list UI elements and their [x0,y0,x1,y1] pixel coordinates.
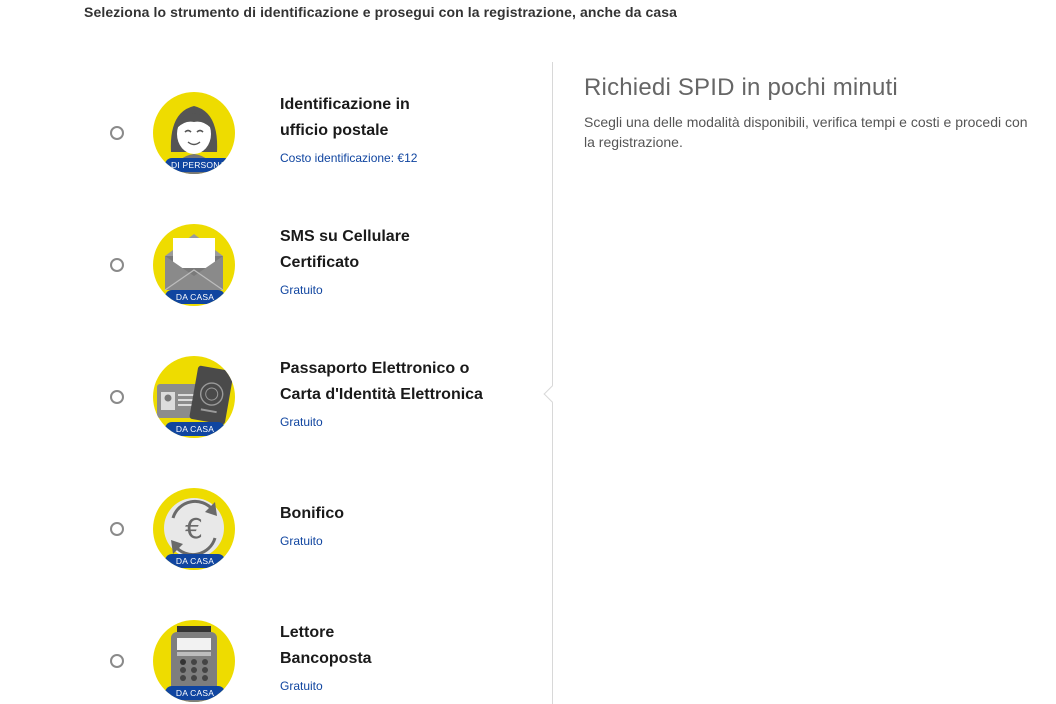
svg-text:€: € [185,512,203,545]
option-badge: DA CASA [165,290,225,304]
panel-title: Richiedi SPID in pochi minuti [584,74,898,101]
option-subtitle: Costo identificazione: €12 [280,151,418,165]
envelope-icon: DA CASA [153,224,235,306]
option-passaporto-cie[interactable]: DA CASA Passaporto Elettronico o Carta d… [100,346,540,446]
option-title: Lettore Bancoposta [280,624,372,667]
panel-description: Scegli una delle modalità disponibili, v… [584,114,1028,150]
option-subtitle: Gratuito [280,679,323,693]
option-sms[interactable]: DA CASA SMS su Cellulare Certificato Gra… [100,214,540,314]
radio-bonifico[interactable] [110,522,124,536]
passport-icon: DA CASA [153,356,235,438]
radio-sms[interactable] [110,258,124,272]
option-subtitle: Gratuito [280,283,323,297]
option-bonifico[interactable]: € DA CASA Bonifico Gratuito [100,478,540,578]
option-ufficio-postale[interactable]: DI PERSONA Identificazione in ufficio po… [100,82,540,182]
option-subtitle: Gratuito [280,415,323,429]
euro-transfer-icon: € DA CASA [153,488,235,570]
intro-text: Seleziona lo strumento di identificazion… [84,4,678,20]
radio-lettore-bancoposta[interactable] [110,654,124,668]
person-icon: DI PERSONA [153,92,235,174]
option-title: Identificazione in ufficio postale [280,96,410,139]
option-subtitle: Gratuito [280,534,323,548]
option-title: SMS su Cellulare Certificato [280,228,410,271]
option-lettore-bancoposta[interactable]: DA CASA Lettore Bancoposta Gratuito [100,610,540,704]
radio-passaporto-cie[interactable] [110,390,124,404]
option-title: Bonifico [280,505,344,522]
selection-notch [543,385,561,403]
option-badge: DI PERSONA [165,158,232,172]
option-badge: DA CASA [165,554,225,568]
panel-divider [552,62,553,704]
card-reader-icon: DA CASA [153,620,235,702]
radio-ufficio-postale[interactable] [110,126,124,140]
option-title: Passaporto Elettronico o Carta d'Identit… [280,360,483,403]
option-badge: DA CASA [165,686,225,700]
option-badge: DA CASA [165,422,225,436]
